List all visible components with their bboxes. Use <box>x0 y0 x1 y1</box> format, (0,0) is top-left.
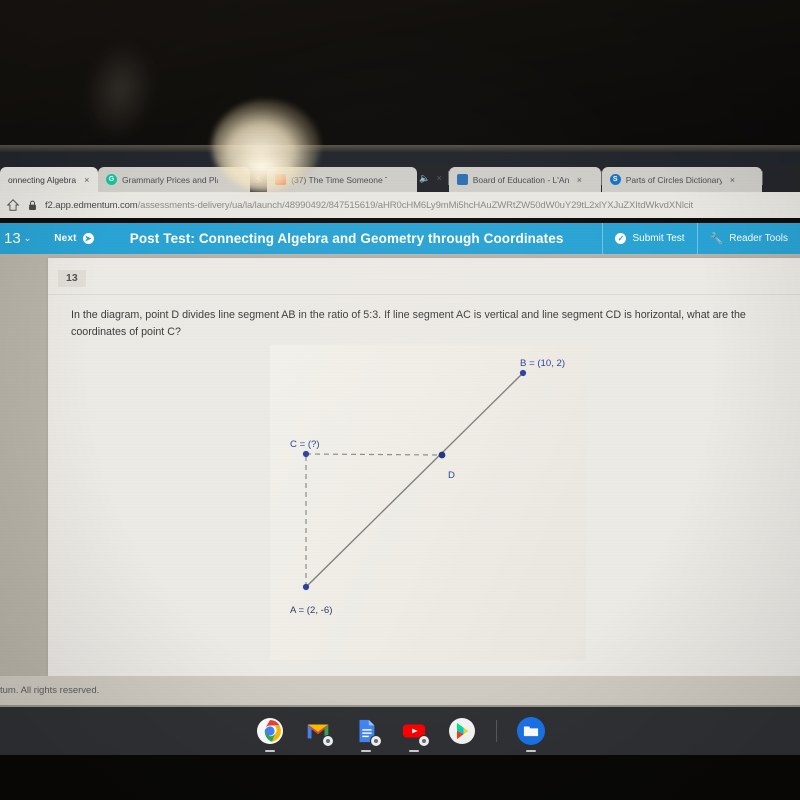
tab-title: (37) The Time Someone T <box>291 174 388 185</box>
browser-tab-3[interactable]: Board of Education - L'Anse Cr × <box>448 167 601 192</box>
shortcut-badge <box>417 735 430 747</box>
chevron-down-icon: ⌄ <box>23 233 32 243</box>
grammarly-icon: G <box>106 174 117 185</box>
tab-divider-3 <box>761 171 763 185</box>
wrench-icon: 🔧 <box>709 233 724 245</box>
browser-tab-strip: onnecting Algebra × G Grammarly Prices a… <box>0 164 800 192</box>
board-icon <box>456 174 468 185</box>
point-b <box>519 369 527 377</box>
tab-title: Board of Education - L'Anse Cr <box>472 174 569 185</box>
label-point-d: D <box>448 470 455 481</box>
reddit-icon <box>275 174 287 185</box>
check-circle-icon: ✓ <box>615 233 627 244</box>
play-store-icon[interactable] <box>448 717 476 745</box>
browser-tab-1[interactable]: G Grammarly Prices and Plans <box>98 167 250 192</box>
question-content-panel: 13 In the diagram, point D divides line … <box>48 258 800 676</box>
gmail-icon[interactable] <box>304 717 334 747</box>
close-icon[interactable]: × <box>727 175 735 185</box>
edmentum-app-bar: 13 ⌄ Next ➤ Post Test: Connecting Algebr… <box>0 223 800 254</box>
next-label: Next <box>54 233 77 244</box>
footer-copyright: tum. All rights reserved. <box>0 685 100 696</box>
url-domain: f2.app.edmentum.com <box>45 199 138 211</box>
shelf-divider <box>495 720 497 742</box>
url-bar[interactable]: f2.app.edmentum.com/assessments-delivery… <box>45 200 693 211</box>
close-icon-2[interactable]: × <box>432 173 447 183</box>
question-number-dropdown[interactable]: 13 ⌄ <box>0 230 40 247</box>
files-icon[interactable] <box>516 717 545 752</box>
label-point-b: B = (10, 2) <box>520 358 566 369</box>
circle-arrow-right-icon: ➤ <box>82 233 94 244</box>
url-path: /assessments-delivery/ua/la/launch/48990… <box>137 199 694 211</box>
active-indicator <box>264 750 275 752</box>
segment-cd-dashed <box>305 453 443 456</box>
chromeos-shelf-icons <box>0 707 800 755</box>
lock-icon <box>29 200 36 210</box>
tab-title: Grammarly Prices and Plans <box>122 174 218 185</box>
footer-strip <box>0 676 800 706</box>
browser-tab-4[interactable]: S Parts of Circles Dictionary | Sc × <box>601 167 762 192</box>
home-icon[interactable] <box>6 198 20 212</box>
browser-tab-2[interactable]: (37) The Time Someone T <box>267 167 418 192</box>
close-icon[interactable]: × <box>81 175 89 185</box>
browser-omnibox-row: f2.app.edmentum.com/assessments-delivery… <box>0 192 800 218</box>
shortcut-badge <box>369 735 382 747</box>
submit-test-label: Submit Test <box>632 233 685 244</box>
label-point-a: A = (2, -6) <box>290 605 333 616</box>
browser-tab-0[interactable]: onnecting Algebra × <box>0 167 98 192</box>
submit-test-button[interactable]: ✓ Submit Test <box>602 223 696 254</box>
point-c <box>302 450 310 458</box>
speaker-mute-icon-2[interactable]: 🔈 <box>417 173 432 184</box>
active-indicator <box>408 750 419 752</box>
point-d <box>438 451 446 459</box>
question-text: In the diagram, point D divides line seg… <box>71 309 746 338</box>
reader-tools-label: Reader Tools <box>729 233 788 244</box>
active-indicator <box>525 750 536 752</box>
segment-ab <box>305 372 524 588</box>
speaker-mute-icon[interactable]: 🔇 <box>250 173 267 184</box>
photo-bottom-dark-area <box>0 755 800 800</box>
question-number-value: 13 <box>4 230 21 247</box>
youtube-icon[interactable] <box>400 717 430 752</box>
point-a <box>302 583 310 591</box>
question-divider <box>48 294 800 295</box>
page-title: Post Test: Connecting Algebra and Geomet… <box>129 231 564 246</box>
label-point-c: C = (?) <box>290 439 320 450</box>
bezel-lower <box>0 152 800 164</box>
close-icon[interactable]: × <box>574 175 582 185</box>
circles-icon: S <box>609 174 621 185</box>
reader-tools-button[interactable]: 🔧 Reader Tools <box>696 223 800 254</box>
chrome-icon[interactable] <box>256 717 284 752</box>
tab-title: Parts of Circles Dictionary | Sc <box>625 174 722 185</box>
question-number-tag: 13 <box>58 270 86 287</box>
tab-title: onnecting Algebra <box>8 174 77 185</box>
shortcut-badge <box>321 735 334 747</box>
chromebook-screen-photo: onnecting Algebra × G Grammarly Prices a… <box>0 0 800 800</box>
active-indicator <box>360 750 371 752</box>
google-docs-icon[interactable] <box>352 717 382 752</box>
geometry-diagram: C = (?) D B = (10, 2) A = (2, -6) <box>270 345 586 660</box>
next-button[interactable]: Next ➤ <box>40 233 107 244</box>
